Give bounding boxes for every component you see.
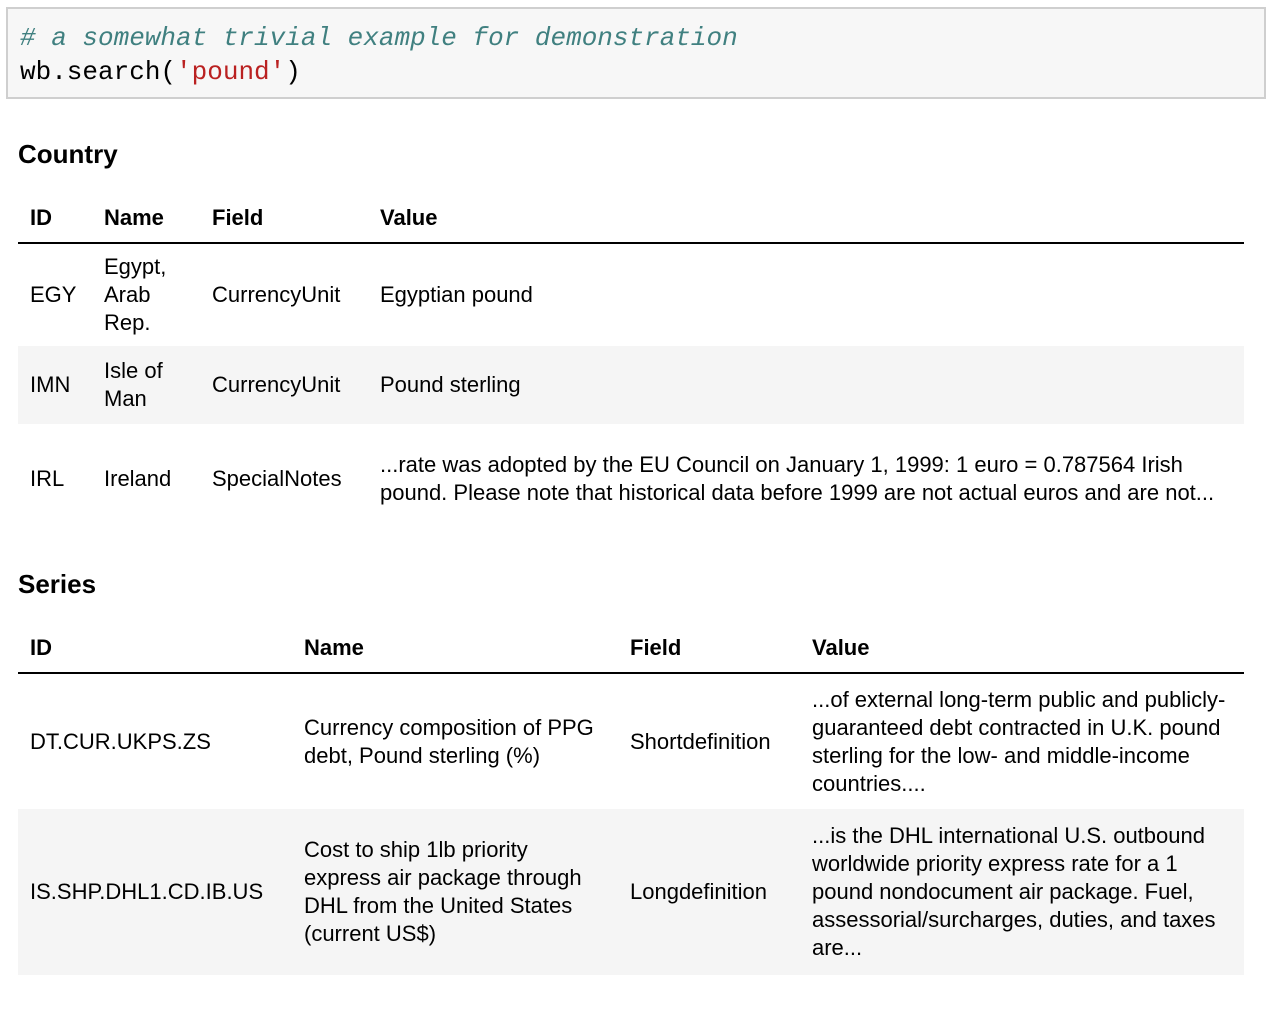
cell-name: Egypt, Arab Rep.	[104, 254, 167, 335]
cell-field: Shortdefinition	[630, 728, 771, 754]
cell-field: CurrencyUnit	[212, 372, 341, 397]
cell-id: IRL	[30, 466, 65, 491]
series-header-id: ID	[18, 624, 292, 674]
cell-value: Egyptian pound	[380, 282, 533, 307]
series-header-value: Value	[800, 624, 1244, 674]
series-header-row: ID Name Field Value	[18, 624, 1244, 674]
cell-value: ...rate was adopted by the EU Council on…	[380, 452, 1215, 505]
table-row: IMN Isle of Man CurrencyUnit Pound sterl…	[18, 346, 1244, 424]
series-header-name: Name	[292, 624, 618, 674]
cell-id: DT.CUR.UKPS.ZS	[30, 728, 211, 754]
cell-name: Cost to ship 1lb priority express air pa…	[304, 837, 582, 946]
cell-id: EGY	[30, 282, 77, 307]
table-row: IS.SHP.DHL1.CD.IB.US Cost to ship 1lb pr…	[18, 809, 1244, 975]
series-header-field: Field	[618, 624, 800, 674]
cell-field: CurrencyUnit	[212, 282, 341, 307]
country-table: ID Name Field Value EGY Egypt, Arab Rep.…	[18, 194, 1244, 534]
cell-name: Ireland	[104, 466, 172, 491]
cell-id: IS.SHP.DHL1.CD.IB.US	[30, 879, 264, 904]
cell-value: ...is the DHL international U.S. outboun…	[812, 823, 1216, 960]
country-header-row: ID Name Field Value	[18, 194, 1244, 244]
cell-name: Currency composition of PPG debt, Pound …	[304, 714, 594, 768]
country-header-name: Name	[92, 194, 200, 244]
code-call-prefix: wb.search(	[20, 57, 177, 87]
cell-id: IMN	[30, 372, 71, 397]
cell-field: Longdefinition	[630, 879, 768, 904]
code-string-arg: 'pound'	[176, 57, 286, 87]
country-header-value: Value	[368, 194, 1244, 244]
cell-name: Isle of Man	[104, 358, 163, 411]
cell-field: SpecialNotes	[212, 466, 342, 491]
series-table: ID Name Field Value DT.CUR.UKPS.ZS Curre…	[18, 624, 1244, 975]
series-section: Series ID Name Field Value DT.CUR.UKPS.Z…	[18, 562, 1244, 975]
table-row: IRL Ireland SpecialNotes ...rate was ado…	[18, 424, 1244, 534]
table-row: EGY Egypt, Arab Rep. CurrencyUnit Egypti…	[18, 243, 1244, 346]
country-title: Country	[18, 139, 118, 169]
table-row: DT.CUR.UKPS.ZS Currency composition of P…	[18, 673, 1244, 809]
output-area: Country ID Name Field Value EGY Egypt, A…	[18, 132, 1244, 975]
code-input-cell[interactable]: # a somewhat trivial example for demonst…	[6, 7, 1266, 99]
code-comment: # a somewhat trivial example for demonst…	[20, 23, 738, 53]
cell-value: ...of external long-term public and publ…	[812, 686, 1226, 796]
country-header-field: Field	[200, 194, 368, 244]
cell-value: Pound sterling	[380, 372, 521, 397]
country-section: Country ID Name Field Value EGY Egypt, A…	[18, 132, 1244, 534]
series-title: Series	[18, 569, 97, 599]
code-call-suffix: )	[285, 57, 301, 87]
country-header-id: ID	[18, 194, 92, 244]
